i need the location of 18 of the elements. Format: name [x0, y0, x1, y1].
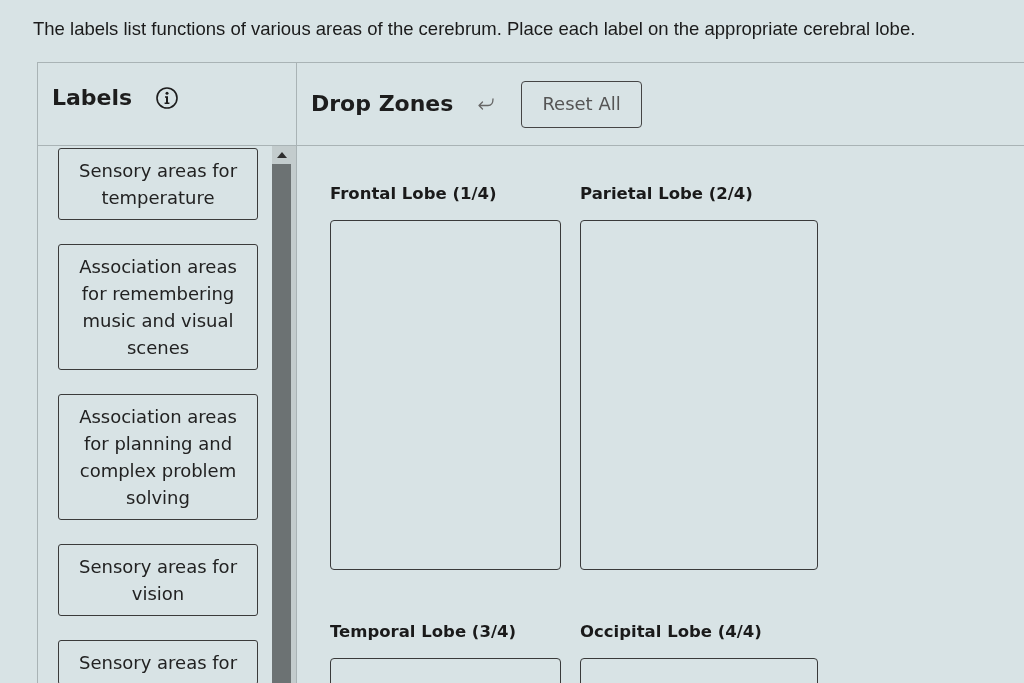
zone-title: Frontal Lobe (1/4): [330, 183, 498, 205]
undo-icon[interactable]: [478, 98, 495, 110]
reset-all-button[interactable]: Reset All: [521, 80, 642, 128]
draggable-label[interactable]: Sensory areas for vision: [58, 544, 258, 616]
zone-title: Temporal Lobe (3/4): [330, 621, 517, 643]
zone-title: Occipital Lobe (4/4): [580, 621, 763, 643]
scrollbar-thumb[interactable]: [272, 164, 291, 683]
scrollbar-track[interactable]: [272, 146, 296, 683]
panel-heading: Labels: [52, 84, 133, 112]
zone-title: Parietal Lobe (2/4): [580, 183, 754, 205]
draggable-label[interactable]: Sensory areas for temperature: [58, 148, 258, 220]
info-icon[interactable]: [156, 87, 179, 109]
draggable-label[interactable]: Association areas for planning and complex problem solving: [58, 394, 258, 520]
up-triangle-icon: [276, 152, 287, 158]
draggable-label[interactable]: Sensory areas for: [58, 640, 258, 683]
panel-heading: Drop Zones: [311, 90, 454, 118]
draggable-label[interactable]: Association areas for remembering music and visual scenes: [58, 244, 258, 370]
instruction-text: The labels list functions of various areas of the cerebrum. Place each label on the appropriate cerebral lobe.: [33, 17, 916, 41]
